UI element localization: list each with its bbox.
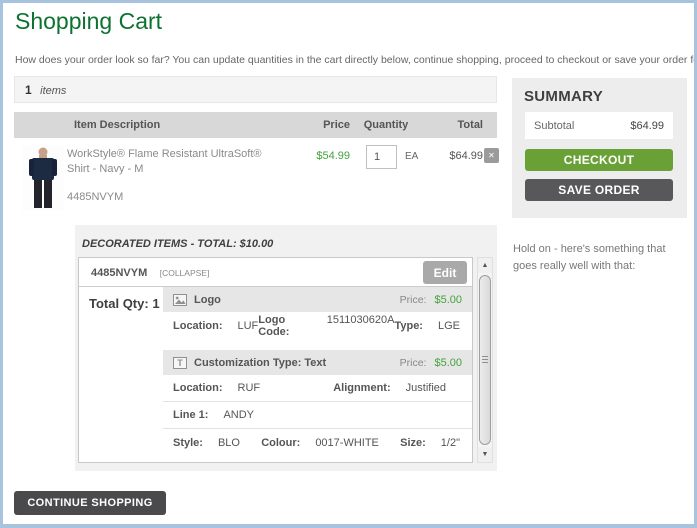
save-order-button[interactable]: SAVE ORDER [525,179,673,201]
detail-pair: Type: LGE [394,320,460,332]
detail-label: Logo Code: [258,314,311,338]
decoration-panels: Logo Price: $5.00 Location: LUF Logo C [163,287,472,467]
logo-price-value: $5.00 [434,294,462,306]
logo-detail-row: Location: LUF Logo Code: 1511030620A Typ… [163,312,472,339]
customization-panel-title: Customization Type: Text [194,357,326,369]
summary-panel: SUMMARY Subtotal $64.99 CHECKOUT SAVE OR… [512,78,687,218]
cart-item-row: WorkStyle® Flame Resistant UltraSoft® Sh… [14,138,497,223]
detail-value: LUF [238,320,259,332]
detail-value: Justified [406,382,446,394]
product-thumbnail[interactable] [22,145,64,211]
customization-detail-row: Style: BLO Colour: 0017-WHITE Size: 1/2" [163,429,472,456]
customization-panel-header: T Customization Type: Text Price: $5.00 [163,350,472,375]
logo-panel-title: Logo [194,294,221,306]
page-subtitle: How does your order look so far? You can… [15,54,697,66]
detail-label: Line 1: [173,409,208,421]
items-count-label: items [40,85,66,97]
customization-detail-row: Location: RUF Alignment: Justified [163,375,472,402]
line-total: $64.99 [419,150,483,162]
detail-value: 1/2" [441,437,460,449]
column-header-price: Price [280,112,350,138]
total-qty-label: Total Qty: [89,296,149,311]
product-name-link[interactable]: WorkStyle® Flame Resistant UltraSoft® Sh… [67,147,279,177]
text-tool-icon: T [173,357,187,369]
decoration-sku: 4485NVYM [91,267,147,279]
detail-pair: Line 1: ANDY [173,409,254,421]
detail-value: LGE [438,320,460,332]
upsell-text: Hold on - here's something that goes rea… [513,241,689,275]
detail-value: BLO [218,437,240,449]
cart-table-header: Item Description Price Quantity Total [14,112,497,138]
detail-pair: Colour: 0017-WHITE [261,437,379,449]
detail-pair: Style: BLO [173,437,240,449]
detail-value: 0017-WHITE [315,437,379,449]
detail-pair: Logo Code: 1511030620A [258,314,394,338]
quantity-input[interactable] [366,145,397,169]
detail-value: RUF [238,382,261,394]
detail-pair: Location: LUF [173,320,258,332]
page-title: Shopping Cart [15,8,162,35]
logo-price-label: Price: [400,294,427,306]
unit-of-measure: EA [405,151,418,162]
checkout-button[interactable]: CHECKOUT [525,149,673,171]
detail-value: 1511030620A [327,314,395,338]
detail-value: ANDY [223,409,254,421]
image-icon [173,294,187,306]
detail-pair: Location: RUF [173,382,260,394]
subtotal-row: Subtotal $64.99 [525,112,673,139]
detail-pair: Alignment: Justified [333,382,446,394]
scroll-up-arrow[interactable]: ▲ [478,258,492,273]
decorated-items-title: DECORATED ITEMS - TOTAL: $10.00 [82,238,273,250]
total-qty: Total Qty: 1 [79,287,163,467]
scrollbar-thumb[interactable] [479,275,491,445]
column-header-quantity: Quantity [363,112,409,138]
summary-title: SUMMARY [524,88,603,105]
items-count-bar: 1 items [14,76,497,103]
decoration-body: Total Qty: 1 Logo Price [79,287,472,467]
detail-pair: Size: 1/2" [400,437,460,449]
decorated-scrollbar[interactable]: ▲ ▼ [477,257,493,463]
scrollbar-grip [482,356,488,364]
decorated-items-section: DECORATED ITEMS - TOTAL: $10.00 4485NVYM… [75,225,497,471]
detail-label: Location: [173,382,223,394]
detail-label: Colour: [261,437,300,449]
customization-price-value: $5.00 [434,357,462,369]
logo-panel: Logo Price: $5.00 Location: LUF Logo C [163,287,472,339]
decorated-items-box: 4485NVYM [COLLAPSE] Edit Total Qty: 1 [78,257,473,463]
shopping-cart-page: Shopping Cart How does your order look s… [0,0,697,528]
edit-button[interactable]: Edit [423,261,467,284]
scroll-down-arrow[interactable]: ▼ [478,447,492,462]
detail-label: Size: [400,437,426,449]
detail-label: Style: [173,437,203,449]
items-count: 1 [25,83,32,97]
subtotal-label: Subtotal [534,120,574,132]
close-icon: ✕ [488,151,495,160]
customization-price-label: Price: [400,357,427,369]
logo-panel-header: Logo Price: $5.00 [163,287,472,312]
collapse-toggle[interactable]: [COLLAPSE] [160,268,210,278]
column-header-item-description: Item Description [74,112,160,138]
customization-panel: T Customization Type: Text Price: $5.00 … [163,350,472,456]
customization-detail-row: Line 1: ANDY [163,402,472,429]
decoration-group-header: 4485NVYM [COLLAPSE] Edit [79,258,472,287]
product-price: $54.99 [280,150,350,162]
remove-item-button[interactable]: ✕ [484,148,499,163]
detail-label: Alignment: [333,382,390,394]
detail-label: Type: [394,320,423,332]
column-header-total: Total [419,112,483,138]
total-qty-value: 1 [152,296,159,311]
detail-label: Location: [173,320,223,332]
continue-shopping-button[interactable]: CONTINUE SHOPPING [14,491,166,515]
product-sku: 4485NVYM [67,191,123,203]
subtotal-value: $64.99 [630,120,664,132]
